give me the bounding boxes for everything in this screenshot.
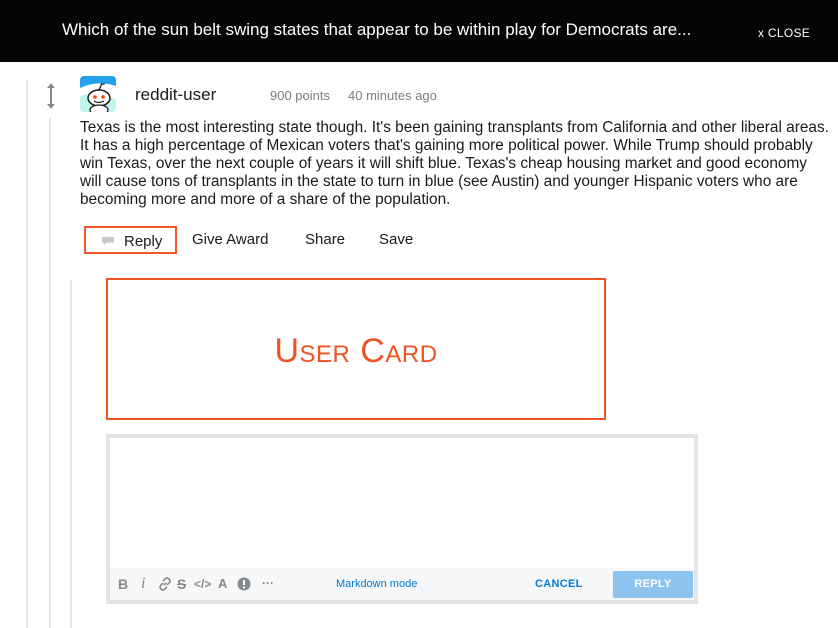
more-options-button[interactable]: ··· <box>262 576 274 590</box>
cancel-button[interactable]: CANCEL <box>535 578 583 590</box>
avatar[interactable] <box>80 76 116 112</box>
thread-line[interactable] <box>26 80 28 628</box>
save-button[interactable]: Save <box>379 231 413 248</box>
italic-button[interactable]: i <box>141 575 145 593</box>
collapse-thread-rail[interactable] <box>49 118 51 628</box>
superscript-button[interactable]: A <box>218 576 227 591</box>
comment-body: Texas is the most interesting state thou… <box>80 119 829 208</box>
close-button[interactable]: x CLOSE <box>758 26 810 40</box>
inline-code-button[interactable]: </> <box>194 577 211 591</box>
downvote-icon[interactable] <box>42 96 60 110</box>
markdown-mode-link[interactable]: Markdown mode <box>336 578 417 590</box>
reply-thread-line[interactable] <box>70 280 72 628</box>
reply-editor: B i S </> A ··· Markdown mode CANCEL REP… <box>106 434 698 604</box>
modal-header: Which of the sun belt swing states that … <box>0 0 838 62</box>
vote-controls <box>42 82 60 112</box>
submit-reply-button[interactable]: REPLY <box>613 571 693 598</box>
reply-label: Reply <box>124 233 163 250</box>
comment-timestamp[interactable]: 40 minutes ago <box>348 88 437 103</box>
give-award-button[interactable]: Give Award <box>192 231 268 248</box>
comment-bubble-icon <box>102 236 114 246</box>
user-card: User Card <box>106 278 606 420</box>
link-icon[interactable] <box>158 577 172 591</box>
snoo-avatar-icon <box>80 76 116 112</box>
upvote-icon[interactable] <box>42 82 60 96</box>
comment-author[interactable]: reddit-user <box>135 85 216 105</box>
reply-textarea[interactable] <box>110 438 694 568</box>
user-card-label: User Card <box>274 332 438 370</box>
bold-button[interactable]: B <box>118 576 128 592</box>
post-title[interactable]: Which of the sun belt swing states that … <box>62 20 691 40</box>
comment-points: 900 points <box>270 88 330 103</box>
editor-toolbar: B i S </> A ··· Markdown mode CANCEL REP… <box>110 568 694 600</box>
comment-actions: Reply Give Award Share Save <box>84 226 504 256</box>
reply-button[interactable]: Reply <box>84 226 177 254</box>
share-button[interactable]: Share <box>305 231 345 248</box>
spoiler-icon[interactable] <box>237 577 251 591</box>
strikethrough-button[interactable]: S <box>177 576 186 592</box>
